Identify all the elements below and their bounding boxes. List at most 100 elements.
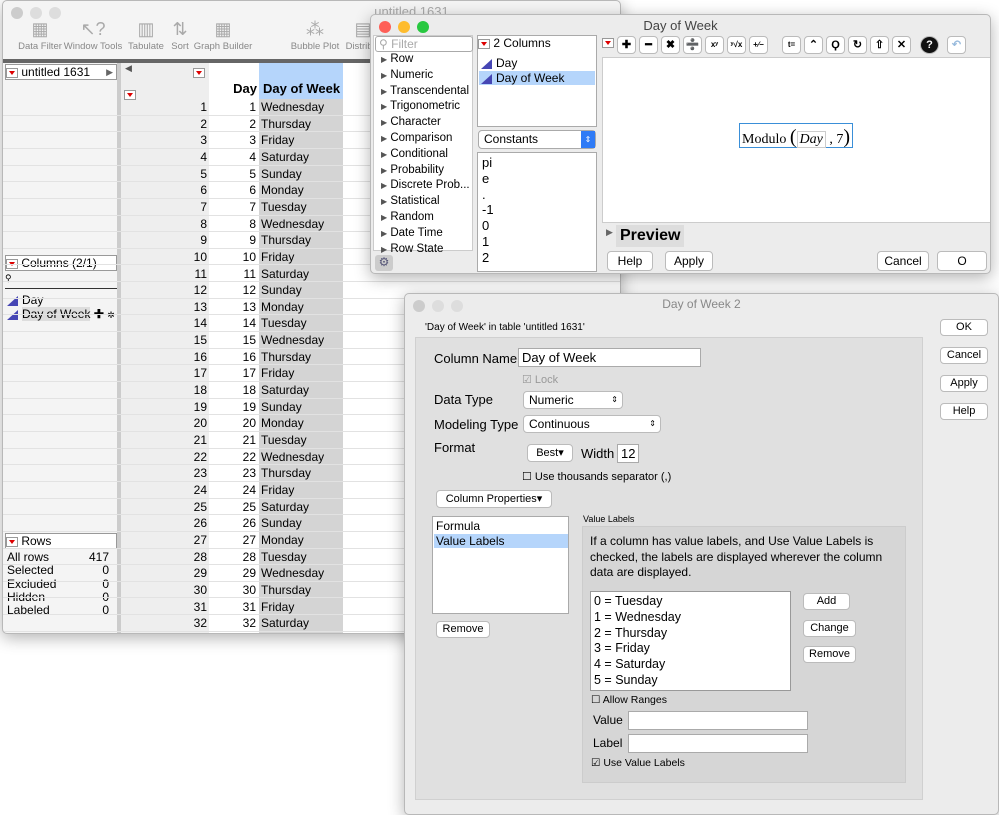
function-category[interactable]: ▶ Date Time bbox=[381, 227, 443, 239]
header-day[interactable]: Day bbox=[213, 81, 257, 96]
toolbar-bubble-plot[interactable]: ⁂ Bubble Plot bbox=[287, 19, 343, 52]
columns-red-triangle[interactable] bbox=[478, 38, 490, 49]
negate-icon[interactable]: +∕− bbox=[749, 36, 768, 54]
ok-button[interactable]: OK bbox=[940, 319, 988, 336]
value-input[interactable] bbox=[628, 711, 808, 730]
help-button[interactable]: Help bbox=[940, 403, 988, 420]
window-title: Day of Week 2 bbox=[662, 297, 741, 311]
local-icon[interactable]: Ϙ bbox=[826, 36, 845, 54]
table-panel[interactable]: untitled 1631 ▶ bbox=[5, 64, 117, 80]
constants-select[interactable]: Constants ⇕ bbox=[478, 130, 596, 149]
width-input[interactable]: 12 bbox=[617, 444, 639, 463]
function-category[interactable]: ▶ Comparison bbox=[381, 132, 452, 144]
constant-item[interactable]: 1 bbox=[482, 234, 489, 249]
apply-button[interactable]: Apply bbox=[940, 375, 988, 392]
formula-editor-window: Day of Week ⚲ Filter ▶ Row ▶ Numeric ▶ Tra… bbox=[370, 14, 991, 274]
toolbar-data-filter[interactable]: ▦ Data Filter bbox=[13, 19, 67, 52]
peel-icon[interactable]: ⇧ bbox=[870, 36, 889, 54]
data-type-select[interactable]: Numeric ⇕ bbox=[523, 391, 623, 409]
red-triangle-menu[interactable] bbox=[6, 67, 18, 78]
minimize-button[interactable] bbox=[30, 7, 42, 19]
function-category[interactable]: ▶ Row State bbox=[381, 243, 443, 255]
function-category[interactable]: ▶ Probability bbox=[381, 164, 444, 176]
cancel-button[interactable]: Cancel bbox=[940, 347, 988, 364]
formula-arg-day[interactable]: Day bbox=[796, 131, 826, 148]
help-icon[interactable]: ? bbox=[920, 36, 939, 54]
add-button[interactable]: Add bbox=[803, 593, 850, 610]
scroll-left-icon[interactable]: ◀ bbox=[125, 63, 132, 74]
toolbar-tabulate[interactable]: ▥ Tabulate bbox=[123, 19, 169, 52]
label-input[interactable] bbox=[628, 734, 808, 753]
columns-red-triangle[interactable] bbox=[193, 67, 205, 78]
assign-icon[interactable]: t= bbox=[782, 36, 801, 54]
constant-item[interactable]: . bbox=[482, 187, 486, 202]
help-button[interactable]: Help bbox=[607, 251, 653, 271]
apply-button[interactable]: Apply bbox=[665, 251, 713, 271]
filter-input[interactable]: ⚲ Filter bbox=[375, 36, 473, 52]
close-button[interactable] bbox=[11, 7, 23, 19]
function-category[interactable]: ▶ Numeric bbox=[381, 69, 433, 81]
function-category[interactable]: ▶ Character bbox=[381, 116, 441, 128]
preview-label[interactable]: Preview bbox=[616, 225, 685, 247]
plus-icon[interactable]: ✚ bbox=[617, 36, 636, 54]
function-category[interactable]: ▶ Conditional bbox=[381, 148, 448, 160]
property-formula[interactable]: Formula bbox=[435, 519, 567, 533]
column-name-label: Column Name bbox=[434, 351, 518, 366]
constant-item[interactable]: 0 bbox=[482, 218, 489, 233]
times-icon[interactable]: ✖ bbox=[661, 36, 680, 54]
constant-item[interactable]: e bbox=[482, 171, 489, 186]
function-category[interactable]: ▶ Discrete Prob... bbox=[381, 179, 470, 191]
value-labels-description: If a column has value labels, and Use Va… bbox=[590, 534, 883, 579]
column-name-input[interactable]: Day of Week bbox=[518, 348, 701, 367]
tabulate-icon: ▥ bbox=[137, 19, 155, 39]
change-button[interactable]: Change bbox=[803, 620, 856, 637]
root-icon[interactable]: ʸ√x bbox=[727, 36, 746, 54]
function-category[interactable]: ▶ Random bbox=[381, 211, 434, 223]
divide-icon[interactable]: ➗ bbox=[683, 36, 702, 54]
function-category[interactable]: ▶ Trigonometric bbox=[381, 100, 460, 112]
delete-icon[interactable]: ✕ bbox=[892, 36, 911, 54]
column-properties-button[interactable]: Column Properties▾ bbox=[436, 490, 552, 508]
value-label-item[interactable]: 4 = Saturday bbox=[594, 657, 681, 673]
function-category[interactable]: ▶ Statistical bbox=[381, 195, 440, 207]
bubble-plot-icon: ⁂ bbox=[306, 19, 324, 39]
cancel-button[interactable]: Cancel bbox=[877, 251, 929, 271]
column-item-day-of-week[interactable]: Day of Week bbox=[479, 71, 595, 85]
minus-icon[interactable]: ━ bbox=[639, 36, 658, 54]
constant-item[interactable]: pi bbox=[482, 155, 492, 170]
column-item-day[interactable]: Day bbox=[481, 56, 595, 70]
remove-label-button[interactable]: Remove bbox=[803, 646, 856, 663]
undo-icon[interactable]: ↶ bbox=[947, 36, 966, 54]
value-labels-title: Value Labels bbox=[583, 514, 635, 524]
power-icon[interactable]: xʸ bbox=[705, 36, 724, 54]
thousands-checkbox[interactable]: ☐ Use thousands separator (,) bbox=[522, 470, 671, 483]
toolbar-window-tools[interactable]: ↖? Window Tools bbox=[61, 19, 125, 52]
modeling-type-select[interactable]: Continuous ⇕ bbox=[523, 415, 661, 433]
value-label-item[interactable]: 3 = Friday bbox=[594, 641, 681, 657]
loop-icon[interactable]: ↻ bbox=[848, 36, 867, 54]
function-category[interactable]: ▶ Transcendental bbox=[381, 85, 469, 97]
value-label-item[interactable]: 5 = Sunday bbox=[594, 673, 681, 689]
preview-toggle[interactable]: ▶ bbox=[606, 227, 613, 238]
allow-ranges-checkbox[interactable]: ☐ Allow Ranges bbox=[591, 694, 667, 706]
modeling-type-label: Modeling Type bbox=[434, 417, 519, 432]
property-value-labels[interactable]: Value Labels bbox=[434, 534, 568, 548]
function-category[interactable]: ▶ Row bbox=[381, 53, 413, 65]
value-label-item[interactable]: 1 = Wednesday bbox=[594, 610, 681, 626]
formula-expression[interactable]: Modulo (Day , 7) bbox=[739, 123, 854, 148]
zoom-button[interactable] bbox=[49, 7, 61, 19]
formula-red-triangle[interactable] bbox=[602, 37, 614, 48]
settings-gear-icon[interactable]: ⚙ bbox=[375, 255, 393, 271]
format-select[interactable]: Best▾ bbox=[527, 444, 573, 462]
constant-item[interactable]: 2 bbox=[482, 250, 489, 265]
remove-property-button[interactable]: Remove bbox=[436, 621, 490, 638]
header-day-of-week[interactable]: Day of Week bbox=[263, 81, 340, 96]
value-label-item[interactable]: 2 = Thursday bbox=[594, 626, 681, 642]
ok-button[interactable]: O bbox=[937, 251, 987, 271]
constant-item[interactable]: -1 bbox=[482, 202, 494, 217]
toolbar-graph-builder[interactable]: ▦ Graph Builder bbox=[191, 19, 255, 52]
use-value-labels-checkbox[interactable]: ☑ Use Value Labels bbox=[591, 757, 685, 769]
caret-icon[interactable]: ⌃ bbox=[804, 36, 823, 54]
value-label-item[interactable]: 0 = Tuesday bbox=[594, 594, 681, 610]
lock-checkbox[interactable]: ☑ Lock bbox=[522, 373, 558, 386]
